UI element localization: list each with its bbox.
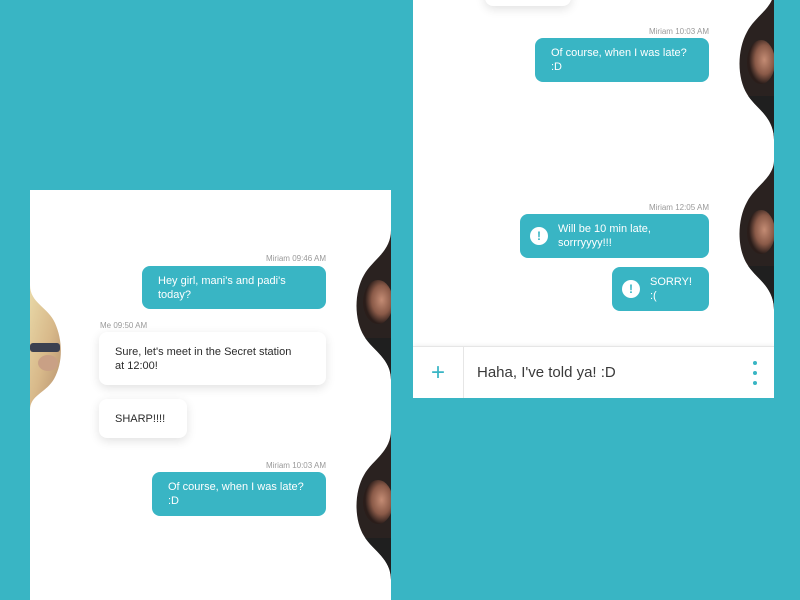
message-input[interactable] [477,347,727,398]
message-bubble-outgoing[interactable]: SHARP!!!! [99,399,187,438]
message-text: Of course, when I was late? :D [551,47,687,73]
message-bubble-partial[interactable] [485,0,571,6]
plus-icon: + [430,358,445,386]
message-timestamp: Miriam 09:46 AM [265,254,326,263]
more-options-button[interactable] [750,361,760,385]
message-timestamp: Miriam 10:03 AM [265,461,326,470]
message-bubble-alert[interactable]: ! Will be 10 min late, sorrryyyy!!! [520,214,709,258]
message-text: SORRY! :( [650,276,692,302]
message-timestamp: Miriam 12:05 AM [648,203,709,212]
vertical-dots-icon [753,361,757,365]
miriam-avatar[interactable] [350,230,391,380]
message-text: Hey girl, mani's and padi's today? [158,274,286,301]
message-bubble-incoming[interactable]: Of course, when I was late? :D [535,38,709,82]
message-text: Sure, let's meet in the Secret station a… [115,345,292,372]
message-bubble-incoming[interactable]: Hey girl, mani's and padi's today? [142,266,326,309]
message-timestamp: Miriam 10:03 AM [648,27,709,36]
miriam-avatar[interactable] [735,160,774,310]
message-bubble-incoming[interactable]: Of course, when I was late? :D [152,472,326,516]
message-composer: + [413,346,774,398]
alert-icon: ! [622,280,640,298]
message-text: Will be 10 min late, sorrryyyy!!! [558,223,651,249]
message-timestamp: Me 09:50 AM [100,321,148,330]
vertical-dots-icon-dot [753,371,757,375]
miriam-avatar[interactable] [735,0,774,140]
vertical-dots-icon-dot [753,381,757,385]
me-avatar[interactable] [30,285,64,410]
chat-panel-left: Miriam 09:46 AM Hey girl, mani's and pad… [30,190,391,600]
message-bubble-outgoing[interactable]: Sure, let's meet in the Secret station a… [99,332,326,385]
alert-icon: ! [530,227,548,245]
miriam-avatar-bottom[interactable] [350,430,391,600]
message-bubble-alert[interactable]: ! SORRY! :( [612,267,709,311]
app-canvas: Miriam 09:46 AM Hey girl, mani's and pad… [0,0,800,600]
add-attachment-button[interactable]: + [413,347,464,398]
message-text: SHARP!!!! [115,412,166,425]
message-text: Of course, when I was late? :D [168,481,304,507]
chat-panel-right: Miriam 10:03 AM Of course, when I was la… [413,0,774,398]
